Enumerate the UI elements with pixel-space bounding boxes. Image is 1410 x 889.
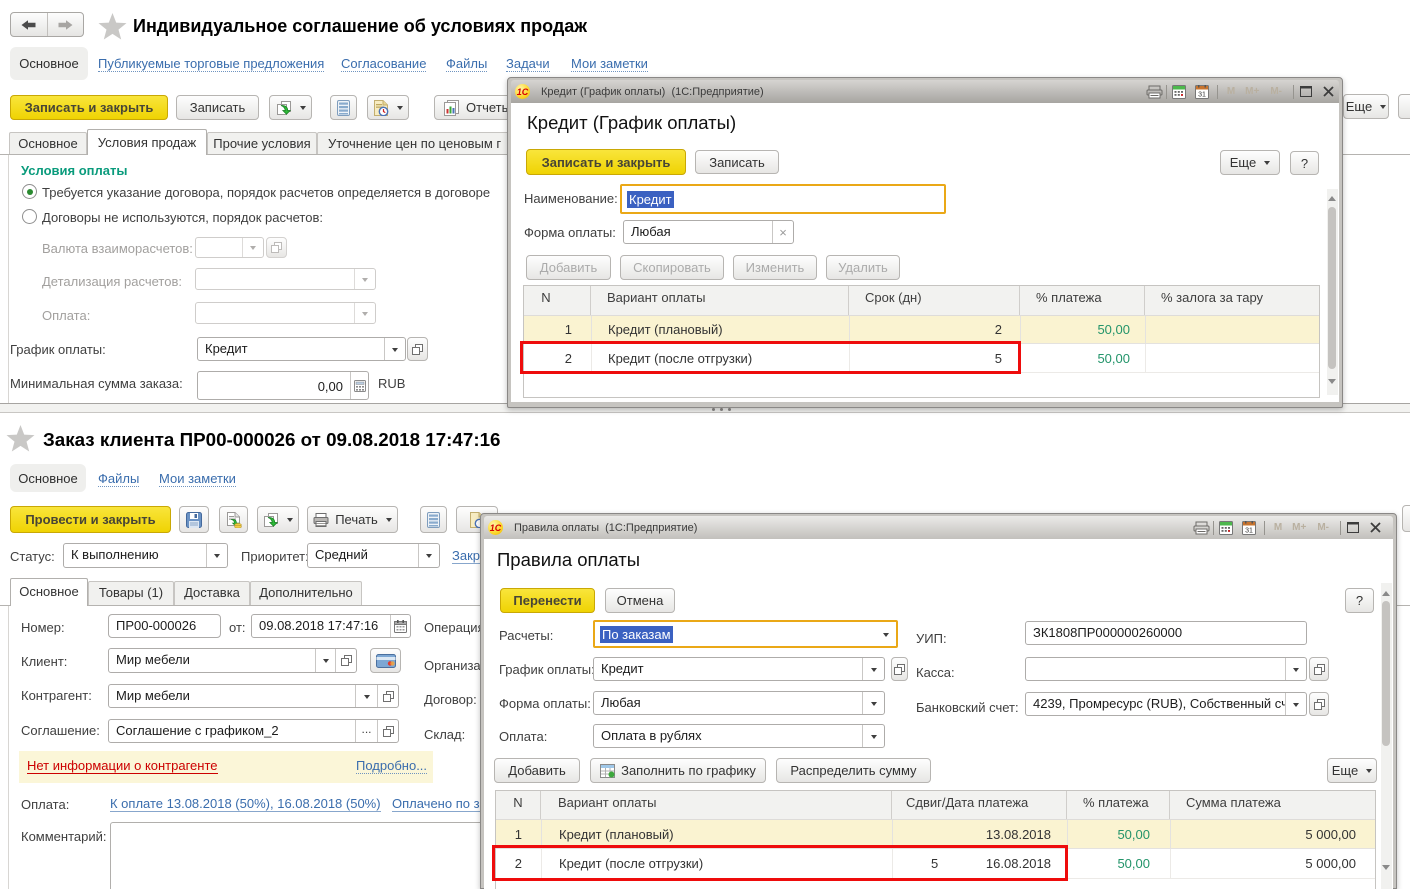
svg-text:31: 31 xyxy=(1198,91,1206,98)
svg-text:31: 31 xyxy=(1245,527,1253,534)
